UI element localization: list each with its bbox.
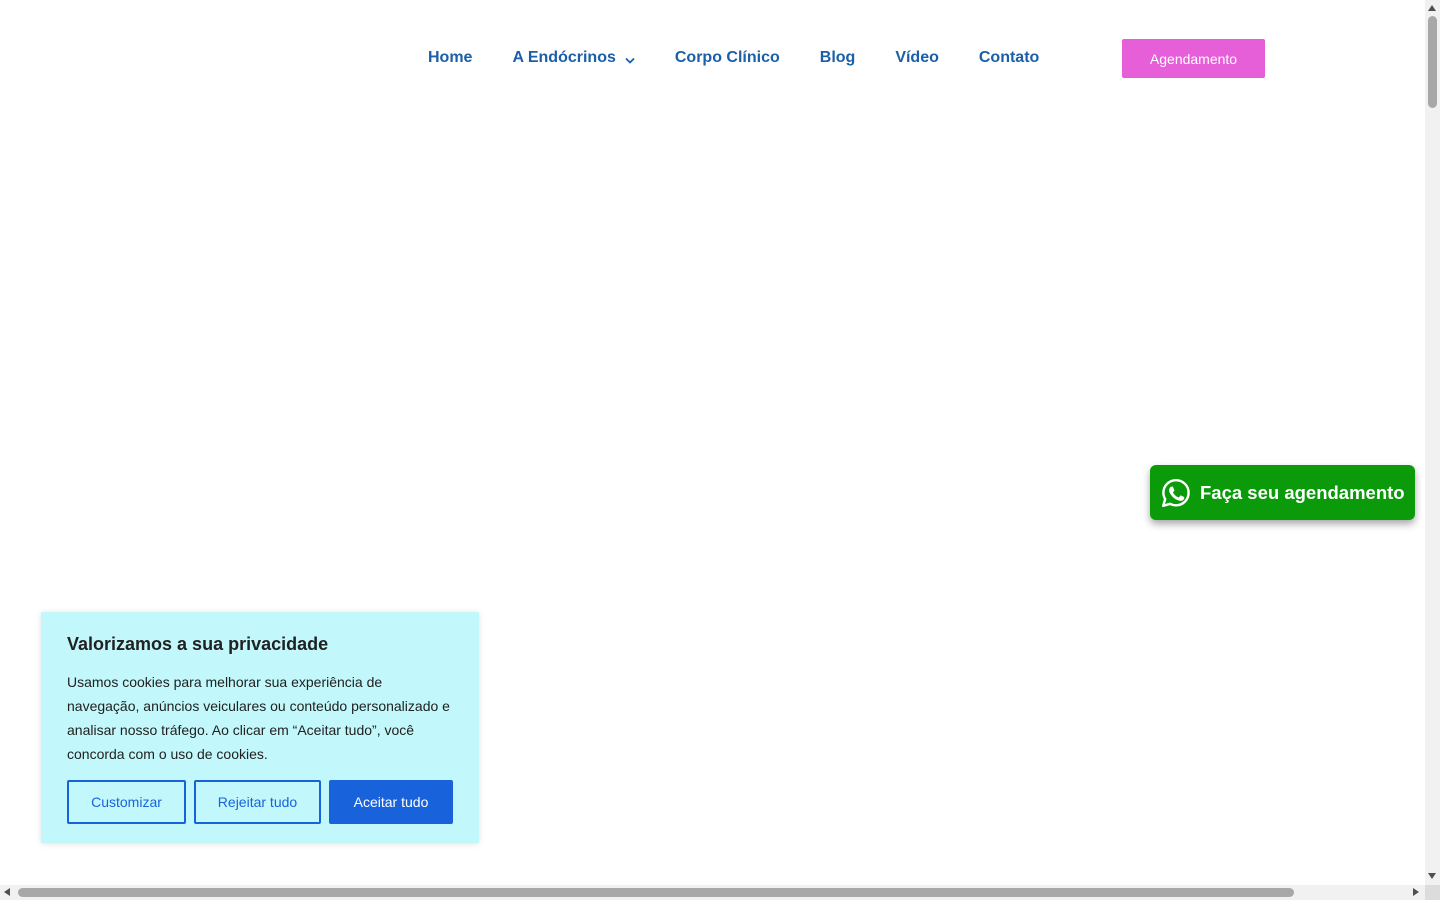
horizontal-scrollbar-thumb[interactable] [18,888,1294,897]
cookie-consent-banner: Valorizamos a sua privacidade Usamos coo… [41,612,479,843]
cookie-banner-text: Usamos cookies para melhorar sua experiê… [67,674,450,762]
customize-button[interactable]: Customizar [67,780,186,824]
nav-item-contato[interactable]: Contato [979,49,1039,67]
nav-item-label: A Endócrinos [512,49,616,66]
nav-item-video[interactable]: Vídeo [895,49,939,67]
page: Home A Endócrinos Corpo Clínico Blog Víd… [0,0,1440,900]
scroll-up-arrow-icon[interactable] [1428,5,1436,11]
nav-item-label: Corpo Clínico [674,49,780,66]
whatsapp-icon [1160,477,1192,509]
cookie-banner-title: Valorizamos a sua privacidade [67,634,329,654]
nav-item-label: Home [428,49,473,66]
scroll-left-arrow-icon[interactable] [4,888,10,896]
reject-all-button[interactable]: Rejeitar tudo [194,780,321,824]
nav-item-blog[interactable]: Blog [820,49,856,67]
nav-item-corpo-clinico[interactable]: Corpo Clínico [675,49,780,67]
accept-all-button[interactable]: Aceitar tudo [329,780,453,824]
cookie-banner-actions: Customizar Rejeitar tudo Aceitar tudo [67,780,453,824]
nav-item-label: Blog [819,49,856,66]
whatsapp-button-label: Faça seu agendamento [1200,481,1405,503]
scroll-down-arrow-icon[interactable] [1428,873,1436,879]
whatsapp-schedule-button[interactable]: Faça seu agendamento [1150,465,1415,520]
main-nav: Home A Endócrinos Corpo Clínico Blog Víd… [428,45,1039,71]
vertical-scrollbar-thumb[interactable] [1428,16,1437,108]
scroll-right-arrow-icon[interactable] [1413,888,1419,896]
nav-item-a-endocrinos[interactable]: A Endócrinos [512,49,635,67]
nav-item-home[interactable]: Home [428,49,472,67]
nav-item-label: Vídeo [895,49,939,66]
chevron-down-icon [625,53,635,64]
agendamento-button[interactable]: Agendamento [1122,39,1265,78]
vertical-scrollbar[interactable] [1425,0,1440,885]
site-header: Home A Endócrinos Corpo Clínico Blog Víd… [0,0,1425,115]
horizontal-scrollbar[interactable] [0,885,1425,900]
nav-item-label: Contato [978,49,1040,66]
scrollbar-corner [1425,885,1440,900]
